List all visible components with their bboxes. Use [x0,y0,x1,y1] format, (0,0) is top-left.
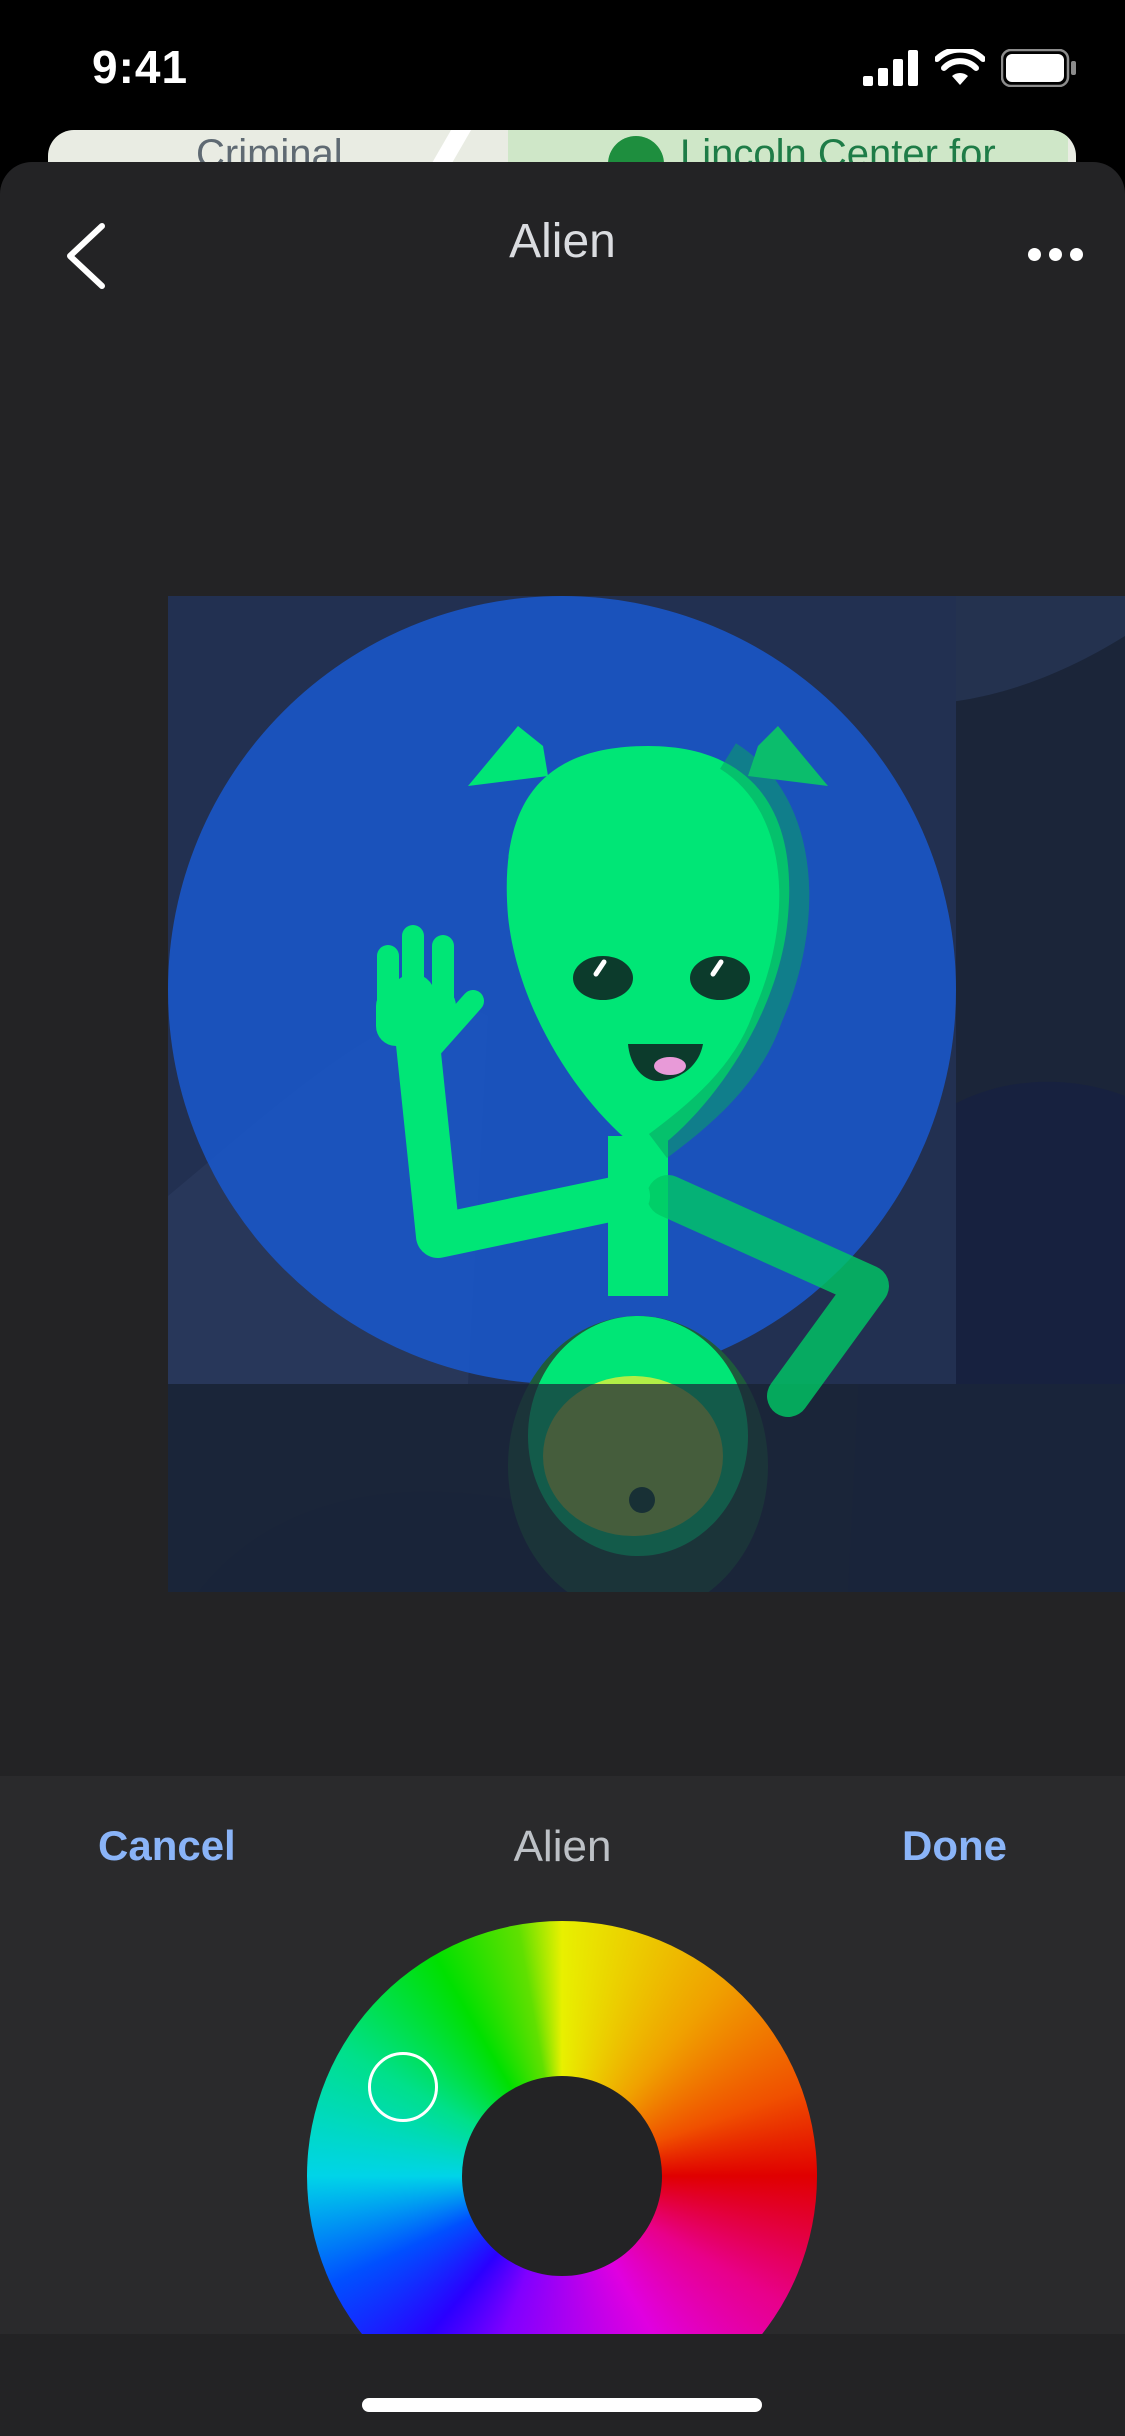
status-time: 9:41 [92,41,189,93]
signal-icon [863,50,918,86]
avatar-preview[interactable] [168,596,1125,1592]
color-wheel-center [462,2076,662,2276]
done-button[interactable]: Done [902,1822,1007,1870]
more-button[interactable] [1015,224,1095,284]
page-title: Alien [509,215,616,268]
home-indicator[interactable] [362,2398,762,2412]
more-horizontal-icon [1027,247,1041,261]
bottom-safe-area [0,2334,1125,2436]
picker-toolbar: Cancel Alien Done [0,1776,1125,1916]
editor-sheet: Alien Cancel Alien Done [0,162,1125,2436]
status-bar: 9:41 [0,0,1125,140]
status-icons [863,48,1077,88]
wifi-icon [935,49,985,85]
battery-icon [1001,49,1076,87]
color-wheel-handle[interactable] [368,2052,438,2122]
